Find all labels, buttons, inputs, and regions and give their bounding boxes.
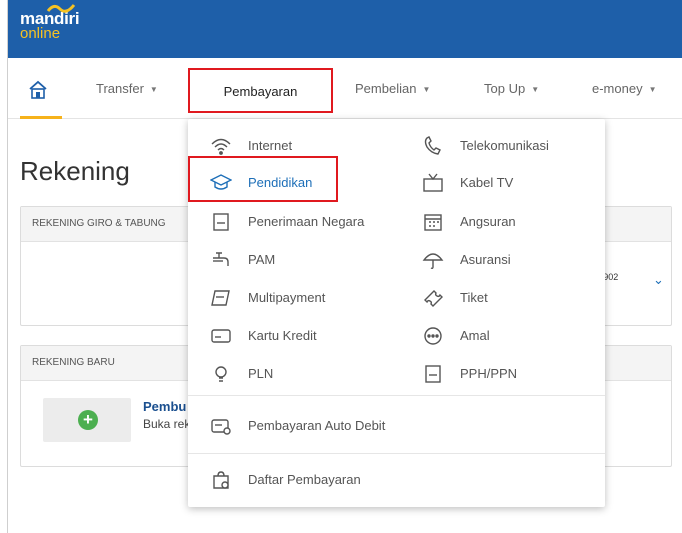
menu-item-label: Amal	[460, 328, 490, 343]
home-icon	[29, 80, 47, 99]
chevron-down-icon: ▼	[149, 85, 158, 94]
balance-suffix: 902	[603, 272, 619, 282]
nav-topup[interactable]: Top Up ▼	[484, 58, 539, 118]
lightbulb-icon	[215, 366, 227, 382]
credit-card-icon	[211, 329, 231, 343]
nav-home[interactable]	[20, 71, 62, 119]
menu-item-label: Tiket	[460, 290, 488, 305]
bag-list-icon	[213, 471, 229, 489]
calendar-icon	[424, 214, 442, 231]
mandiri-logo[interactable]: mandiri online	[20, 4, 80, 42]
menu-item-label: Daftar Pembayaran	[248, 472, 361, 487]
nav-pembelian[interactable]: Pembelian ▼	[355, 58, 430, 118]
menu-divider	[188, 453, 605, 454]
main-nav: Transfer ▼ Pembelian ▼ Top Up ▼ e-money ▼	[8, 58, 682, 119]
menu-item-label: Penerimaan Negara	[248, 214, 365, 229]
menu-item-label: Pembayaran Auto Debit	[248, 418, 386, 433]
add-account-button[interactable]: +	[43, 398, 131, 442]
menu-item-label: PAM	[248, 252, 276, 267]
wallet-icon	[211, 290, 230, 306]
umbrella-icon	[422, 253, 444, 270]
nav-emoney[interactable]: e-money ▼	[592, 58, 657, 118]
menu-item-label: Angsuran	[460, 214, 516, 229]
nav-topup-label: Top Up	[484, 81, 526, 96]
brand-sub: online	[20, 25, 61, 42]
page-title: Rekening	[20, 156, 130, 186]
pendidikan-highlight-box	[188, 156, 338, 202]
menu-item-label: Multipayment	[248, 290, 326, 305]
new-account-title[interactable]: Pembu	[143, 399, 186, 414]
auto-debit-card-icon	[211, 419, 231, 435]
nav-pembelian-label: Pembelian	[355, 81, 417, 96]
menu-item-label: Asuransi	[460, 252, 511, 267]
donation-icon	[424, 327, 442, 345]
top-header: mandiri online	[8, 0, 682, 58]
logo-wave-icon	[46, 4, 76, 13]
chevron-down-icon: ▼	[422, 85, 431, 94]
menu-item-label: Kartu Kredit	[248, 328, 317, 343]
nav-transfer[interactable]: Transfer ▼	[96, 58, 158, 118]
menu-item-label: Kabel TV	[460, 175, 514, 190]
document-icon	[213, 213, 229, 231]
chevron-down-icon: ▼	[531, 85, 540, 94]
new-account-subtitle: Buka rek	[143, 417, 191, 431]
menu-divider	[188, 395, 605, 396]
nav-pembayaran-label: Pembayaran	[223, 84, 298, 99]
phone-icon	[424, 136, 441, 155]
ticket-icon	[424, 290, 443, 307]
wifi-icon	[211, 138, 231, 155]
tax-document-icon	[425, 365, 441, 383]
chevron-down-icon[interactable]: ⌄	[653, 272, 664, 288]
app-window: mandiri online Transfer ▼ Pembelian ▼ Top …	[7, 0, 682, 533]
menu-item-label: PPH/PPN	[460, 366, 518, 381]
menu-item-label: PLN	[248, 366, 274, 381]
nav-emoney-label: e-money	[592, 81, 643, 96]
chevron-down-icon: ▼	[648, 85, 657, 94]
nav-transfer-label: Transfer	[96, 81, 144, 96]
nav-pembayaran[interactable]: Pembayaran▼	[188, 68, 333, 140]
tv-icon	[423, 173, 443, 192]
plus-icon: +	[78, 410, 98, 430]
faucet-icon	[213, 252, 229, 266]
menu-item-label: Telekomunikasi	[460, 138, 549, 153]
